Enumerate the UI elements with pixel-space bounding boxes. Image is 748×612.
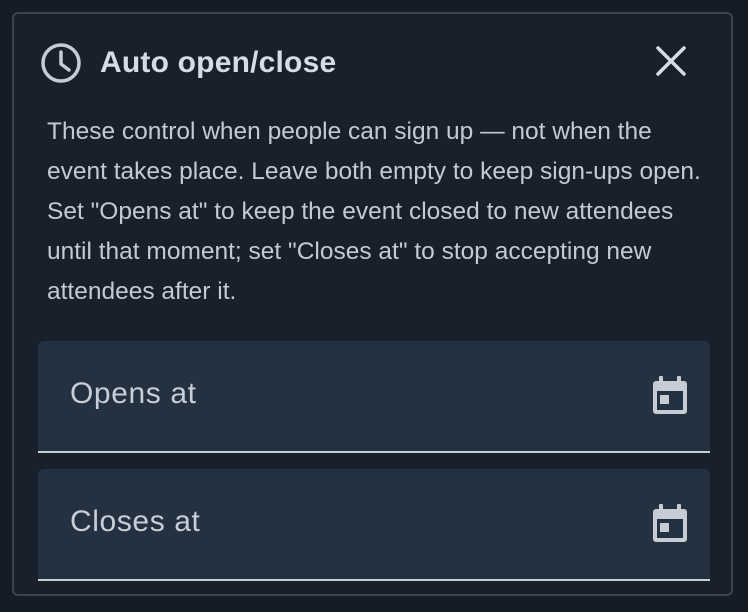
closes-at-label: Closes at [70, 505, 201, 538]
calendar-icon[interactable] [650, 375, 690, 417]
dialog-header: Auto open/close [40, 42, 336, 84]
clock-icon [40, 42, 82, 84]
opens-at-field[interactable]: Opens at [38, 341, 710, 453]
opens-at-label: Opens at [70, 377, 197, 410]
dialog-description: These control when people can sign up — … [47, 118, 701, 305]
closes-at-field[interactable]: Closes at [38, 469, 710, 581]
auto-open-close-dialog: Auto open/close These control when peopl… [12, 12, 733, 596]
calendar-icon[interactable] [650, 503, 690, 545]
dialog-title: Auto open/close [100, 46, 337, 79]
close-icon [655, 45, 687, 82]
close-button[interactable] [650, 42, 692, 84]
